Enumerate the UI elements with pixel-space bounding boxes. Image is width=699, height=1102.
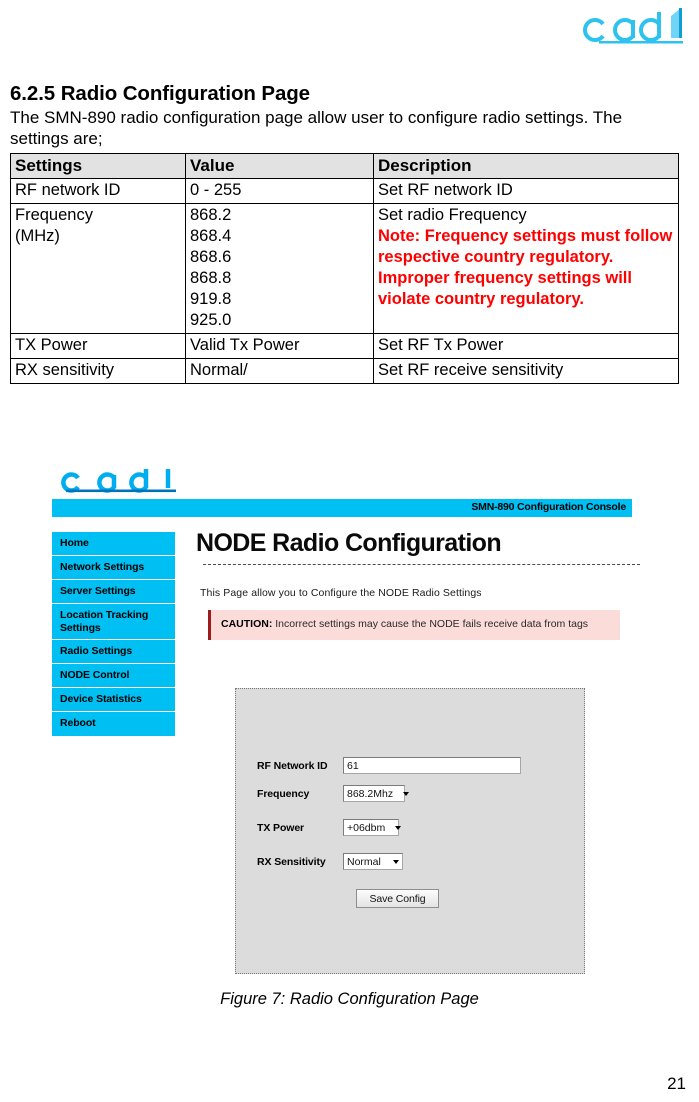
- sidebar-item-label: Home: [60, 537, 89, 549]
- console-main: NODE Radio Configuration This Page allow…: [190, 528, 650, 640]
- form-row-rx-sensitivity: RX Sensitivity Normal: [257, 853, 403, 870]
- page-title: NODE Radio Configuration: [196, 529, 502, 557]
- radio-settings-form-panel: RF Network ID 61 Frequency 868.2Mhz TX P…: [235, 688, 585, 974]
- cell-value: Normal/: [185, 358, 374, 384]
- frequency-selected-value: 868.2Mhz: [347, 787, 394, 800]
- cell-description: Set RF receive sensitivity: [373, 358, 679, 384]
- console-sidebar: Home Network Settings Server Settings Lo…: [52, 532, 175, 736]
- tx-power-label: TX Power: [257, 821, 305, 834]
- col-header-description: Description: [373, 153, 679, 179]
- cell-setting: RF network ID: [10, 178, 186, 204]
- col-header-settings: Settings: [10, 153, 186, 179]
- form-row-frequency: Frequency 868.2Mhz: [257, 785, 410, 802]
- freq-value: 868.2: [190, 206, 232, 224]
- sidebar-item-label: Server Settings: [60, 585, 136, 597]
- freq-value: 868.8: [190, 269, 232, 287]
- sidebar-item-label: Radio Settings: [60, 645, 133, 657]
- cell-value: 0 - 255: [185, 178, 374, 204]
- description-text: Set radio Frequency: [378, 206, 527, 224]
- page-subtitle: This Page allow you to Configure the NOD…: [200, 587, 482, 599]
- table-row: RF network ID 0 - 255 Set RF network ID: [10, 178, 679, 204]
- cell-setting-line2: (MHz): [15, 227, 60, 245]
- freq-value: 919.8: [190, 290, 232, 308]
- chevron-down-icon: [393, 859, 399, 864]
- sidebar-item-node-control[interactable]: NODE Control: [52, 664, 175, 688]
- cell-setting: RX sensitivity: [10, 358, 186, 384]
- sidebar-item-label: Device Statistics: [60, 693, 142, 705]
- sidebar-item-location-tracking-settings[interactable]: Location Tracking Settings: [52, 604, 175, 640]
- regulatory-note: Note: Frequency settings must follow res…: [378, 227, 673, 308]
- sidebar-item-label: Reboot: [60, 717, 96, 729]
- cell-setting: TX Power: [10, 333, 186, 359]
- rx-sensitivity-select[interactable]: Normal: [343, 853, 403, 870]
- settings-table: Settings Value Description RF network ID…: [10, 153, 679, 384]
- cell-setting: Frequency (MHz): [10, 203, 186, 334]
- table-header-row: Settings Value Description: [10, 153, 679, 179]
- sidebar-item-label: Network Settings: [60, 561, 145, 573]
- table-row: RX sensitivity Normal/ Set RF receive se…: [10, 358, 679, 384]
- configuration-console-screenshot: SMN-890 Configuration Console Home Netwo…: [0, 458, 699, 983]
- rx-sensitivity-selected-value: Normal: [347, 855, 381, 868]
- freq-value: 925.0: [190, 311, 232, 329]
- chevron-down-icon: [403, 791, 410, 796]
- cell-value: Valid Tx Power: [185, 333, 374, 359]
- cell-frequency-values: 868.2 868.4 868.6 868.8 919.8 925.0: [185, 203, 374, 334]
- sidebar-item-server-settings[interactable]: Server Settings: [52, 580, 175, 604]
- cell-description: Set RF network ID: [373, 178, 679, 204]
- caution-banner: CAUTION: Incorrect settings may cause th…: [208, 610, 620, 640]
- rf-network-id-label: RF Network ID: [257, 759, 328, 772]
- tx-power-selected-value: +06dbm: [347, 821, 386, 834]
- sidebar-item-label: Location Tracking Settings: [60, 609, 149, 634]
- sidebar-item-reboot[interactable]: Reboot: [52, 712, 175, 736]
- document-body: 6.2.5 Radio Configuration Page The SMN-8…: [10, 82, 682, 384]
- section-title: 6.2.5 Radio Configuration Page: [10, 82, 310, 105]
- caution-prefix: CAUTION:: [221, 618, 273, 630]
- sidebar-item-label: NODE Control: [60, 669, 130, 681]
- save-config-button[interactable]: Save Config: [356, 889, 439, 908]
- chevron-down-icon: [395, 825, 402, 830]
- console-cadl-logo: [52, 467, 186, 495]
- table-row: TX Power Valid Tx Power Set RF Tx Power: [10, 333, 679, 359]
- sidebar-item-home[interactable]: Home: [52, 532, 175, 556]
- frequency-select[interactable]: 868.2Mhz: [343, 785, 410, 802]
- frequency-label: Frequency: [257, 787, 310, 800]
- rf-network-id-input[interactable]: 61: [343, 757, 521, 774]
- page-number: 21: [667, 1074, 686, 1093]
- console-title: SMN-890 Configuration Console: [471, 501, 626, 513]
- cell-description: Set radio Frequency Note: Frequency sett…: [373, 203, 679, 334]
- form-row-rf-network-id: RF Network ID 61: [257, 757, 521, 774]
- cell-description: Set RF Tx Power: [373, 333, 679, 359]
- caution-text: Incorrect settings may cause the NODE fa…: [272, 618, 589, 630]
- sidebar-item-device-statistics[interactable]: Device Statistics: [52, 688, 175, 712]
- sidebar-item-radio-settings[interactable]: Radio Settings: [52, 640, 175, 664]
- rx-sensitivity-label: RX Sensitivity: [257, 855, 326, 868]
- section-intro: The SMN-890 radio configuration page all…: [10, 108, 623, 148]
- form-row-tx-power: TX Power +06dbm: [257, 819, 402, 836]
- freq-value: 868.4: [190, 227, 232, 245]
- title-divider: [203, 564, 640, 565]
- console-title-bar: SMN-890 Configuration Console: [52, 499, 632, 517]
- col-header-value: Value: [185, 153, 374, 179]
- cell-setting-line1: Frequency: [15, 206, 93, 224]
- tx-power-select[interactable]: +06dbm: [343, 819, 402, 836]
- figure-caption: Figure 7: Radio Configuration Page: [220, 990, 479, 1008]
- cadl-logo: [583, 4, 689, 48]
- freq-value: 868.6: [190, 248, 232, 266]
- table-row: Frequency (MHz) 868.2 868.4 868.6 868.8 …: [10, 203, 679, 334]
- sidebar-item-network-settings[interactable]: Network Settings: [52, 556, 175, 580]
